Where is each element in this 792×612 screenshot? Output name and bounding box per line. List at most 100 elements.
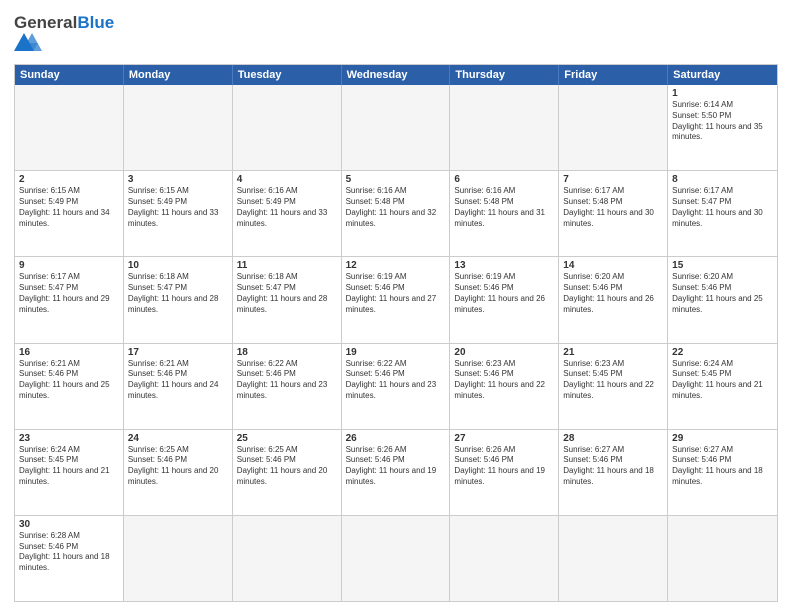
cell-info: Sunrise: 6:20 AMSunset: 5:46 PMDaylight:…	[563, 272, 663, 315]
header-day-friday: Friday	[559, 65, 668, 85]
cal-cell: 12Sunrise: 6:19 AMSunset: 5:46 PMDayligh…	[342, 257, 451, 342]
day-number: 2	[19, 174, 119, 185]
week-row-3: 9Sunrise: 6:17 AMSunset: 5:47 PMDaylight…	[15, 257, 777, 343]
cal-cell	[15, 85, 124, 170]
header-day-monday: Monday	[124, 65, 233, 85]
header-day-wednesday: Wednesday	[342, 65, 451, 85]
day-number: 26	[346, 433, 446, 444]
cell-info: Sunrise: 6:20 AMSunset: 5:46 PMDaylight:…	[672, 272, 773, 315]
cell-info: Sunrise: 6:19 AMSunset: 5:46 PMDaylight:…	[346, 272, 446, 315]
header-day-thursday: Thursday	[450, 65, 559, 85]
cell-info: Sunrise: 6:17 AMSunset: 5:47 PMDaylight:…	[672, 186, 773, 229]
day-number: 27	[454, 433, 554, 444]
day-number: 12	[346, 260, 446, 271]
cell-info: Sunrise: 6:22 AMSunset: 5:46 PMDaylight:…	[237, 359, 337, 402]
cal-cell: 1Sunrise: 6:14 AMSunset: 5:50 PMDaylight…	[668, 85, 777, 170]
week-row-1: 1Sunrise: 6:14 AMSunset: 5:50 PMDaylight…	[15, 85, 777, 171]
cal-cell: 8Sunrise: 6:17 AMSunset: 5:47 PMDaylight…	[668, 171, 777, 256]
cal-cell: 4Sunrise: 6:16 AMSunset: 5:49 PMDaylight…	[233, 171, 342, 256]
cal-cell	[450, 516, 559, 601]
day-number: 8	[672, 174, 773, 185]
day-number: 28	[563, 433, 663, 444]
cal-cell: 20Sunrise: 6:23 AMSunset: 5:46 PMDayligh…	[450, 344, 559, 429]
cal-cell: 25Sunrise: 6:25 AMSunset: 5:46 PMDayligh…	[233, 430, 342, 515]
header-day-saturday: Saturday	[668, 65, 777, 85]
cell-info: Sunrise: 6:26 AMSunset: 5:46 PMDaylight:…	[346, 445, 446, 488]
cell-info: Sunrise: 6:18 AMSunset: 5:47 PMDaylight:…	[128, 272, 228, 315]
cell-info: Sunrise: 6:27 AMSunset: 5:46 PMDaylight:…	[672, 445, 773, 488]
logo-blue: Blue	[77, 13, 114, 32]
cal-cell: 30Sunrise: 6:28 AMSunset: 5:46 PMDayligh…	[15, 516, 124, 601]
cell-info: Sunrise: 6:17 AMSunset: 5:48 PMDaylight:…	[563, 186, 663, 229]
day-number: 9	[19, 260, 119, 271]
day-number: 1	[672, 88, 773, 99]
calendar-header: SundayMondayTuesdayWednesdayThursdayFrid…	[15, 65, 777, 85]
cal-cell: 16Sunrise: 6:21 AMSunset: 5:46 PMDayligh…	[15, 344, 124, 429]
cell-info: Sunrise: 6:15 AMSunset: 5:49 PMDaylight:…	[19, 186, 119, 229]
day-number: 20	[454, 347, 554, 358]
cell-info: Sunrise: 6:22 AMSunset: 5:46 PMDaylight:…	[346, 359, 446, 402]
cell-info: Sunrise: 6:26 AMSunset: 5:46 PMDaylight:…	[454, 445, 554, 488]
cal-cell: 5Sunrise: 6:16 AMSunset: 5:48 PMDaylight…	[342, 171, 451, 256]
day-number: 6	[454, 174, 554, 185]
cal-cell: 27Sunrise: 6:26 AMSunset: 5:46 PMDayligh…	[450, 430, 559, 515]
day-number: 7	[563, 174, 663, 185]
cal-cell	[559, 516, 668, 601]
cell-info: Sunrise: 6:14 AMSunset: 5:50 PMDaylight:…	[672, 100, 773, 143]
cal-cell: 26Sunrise: 6:26 AMSunset: 5:46 PMDayligh…	[342, 430, 451, 515]
header: GeneralBlue	[14, 10, 778, 56]
logo-icon	[14, 33, 70, 51]
cal-cell	[450, 85, 559, 170]
cal-cell: 3Sunrise: 6:15 AMSunset: 5:49 PMDaylight…	[124, 171, 233, 256]
cal-cell	[559, 85, 668, 170]
cal-cell	[668, 516, 777, 601]
week-row-5: 23Sunrise: 6:24 AMSunset: 5:45 PMDayligh…	[15, 430, 777, 516]
day-number: 16	[19, 347, 119, 358]
cell-info: Sunrise: 6:21 AMSunset: 5:46 PMDaylight:…	[128, 359, 228, 402]
cell-info: Sunrise: 6:23 AMSunset: 5:46 PMDaylight:…	[454, 359, 554, 402]
day-number: 21	[563, 347, 663, 358]
calendar: SundayMondayTuesdayWednesdayThursdayFrid…	[14, 64, 778, 602]
cal-cell: 18Sunrise: 6:22 AMSunset: 5:46 PMDayligh…	[233, 344, 342, 429]
cal-cell: 14Sunrise: 6:20 AMSunset: 5:46 PMDayligh…	[559, 257, 668, 342]
cell-info: Sunrise: 6:16 AMSunset: 5:48 PMDaylight:…	[454, 186, 554, 229]
cell-info: Sunrise: 6:15 AMSunset: 5:49 PMDaylight:…	[128, 186, 228, 229]
day-number: 11	[237, 260, 337, 271]
day-number: 13	[454, 260, 554, 271]
header-day-tuesday: Tuesday	[233, 65, 342, 85]
cell-info: Sunrise: 6:24 AMSunset: 5:45 PMDaylight:…	[672, 359, 773, 402]
cell-info: Sunrise: 6:25 AMSunset: 5:46 PMDaylight:…	[128, 445, 228, 488]
cal-cell: 7Sunrise: 6:17 AMSunset: 5:48 PMDaylight…	[559, 171, 668, 256]
cal-cell: 19Sunrise: 6:22 AMSunset: 5:46 PMDayligh…	[342, 344, 451, 429]
day-number: 18	[237, 347, 337, 358]
day-number: 5	[346, 174, 446, 185]
cal-cell	[233, 516, 342, 601]
week-row-4: 16Sunrise: 6:21 AMSunset: 5:46 PMDayligh…	[15, 344, 777, 430]
day-number: 14	[563, 260, 663, 271]
cal-cell: 15Sunrise: 6:20 AMSunset: 5:46 PMDayligh…	[668, 257, 777, 342]
cell-info: Sunrise: 6:19 AMSunset: 5:46 PMDaylight:…	[454, 272, 554, 315]
day-number: 10	[128, 260, 228, 271]
cell-info: Sunrise: 6:17 AMSunset: 5:47 PMDaylight:…	[19, 272, 119, 315]
logo-general: General	[14, 13, 77, 32]
cal-cell: 24Sunrise: 6:25 AMSunset: 5:46 PMDayligh…	[124, 430, 233, 515]
cal-cell: 17Sunrise: 6:21 AMSunset: 5:46 PMDayligh…	[124, 344, 233, 429]
cell-info: Sunrise: 6:28 AMSunset: 5:46 PMDaylight:…	[19, 531, 119, 574]
cal-cell: 11Sunrise: 6:18 AMSunset: 5:47 PMDayligh…	[233, 257, 342, 342]
day-number: 22	[672, 347, 773, 358]
cell-info: Sunrise: 6:27 AMSunset: 5:46 PMDaylight:…	[563, 445, 663, 488]
cal-cell	[124, 516, 233, 601]
cal-cell: 21Sunrise: 6:23 AMSunset: 5:45 PMDayligh…	[559, 344, 668, 429]
cal-cell: 13Sunrise: 6:19 AMSunset: 5:46 PMDayligh…	[450, 257, 559, 342]
cal-cell: 9Sunrise: 6:17 AMSunset: 5:47 PMDaylight…	[15, 257, 124, 342]
cell-info: Sunrise: 6:18 AMSunset: 5:47 PMDaylight:…	[237, 272, 337, 315]
cal-cell: 2Sunrise: 6:15 AMSunset: 5:49 PMDaylight…	[15, 171, 124, 256]
cal-cell	[342, 516, 451, 601]
day-number: 19	[346, 347, 446, 358]
cell-info: Sunrise: 6:21 AMSunset: 5:46 PMDaylight:…	[19, 359, 119, 402]
logo: GeneralBlue	[14, 14, 114, 56]
cal-cell: 28Sunrise: 6:27 AMSunset: 5:46 PMDayligh…	[559, 430, 668, 515]
cell-info: Sunrise: 6:23 AMSunset: 5:45 PMDaylight:…	[563, 359, 663, 402]
header-day-sunday: Sunday	[15, 65, 124, 85]
page: GeneralBlue SundayMondayTuesdayWednesday…	[0, 0, 792, 612]
